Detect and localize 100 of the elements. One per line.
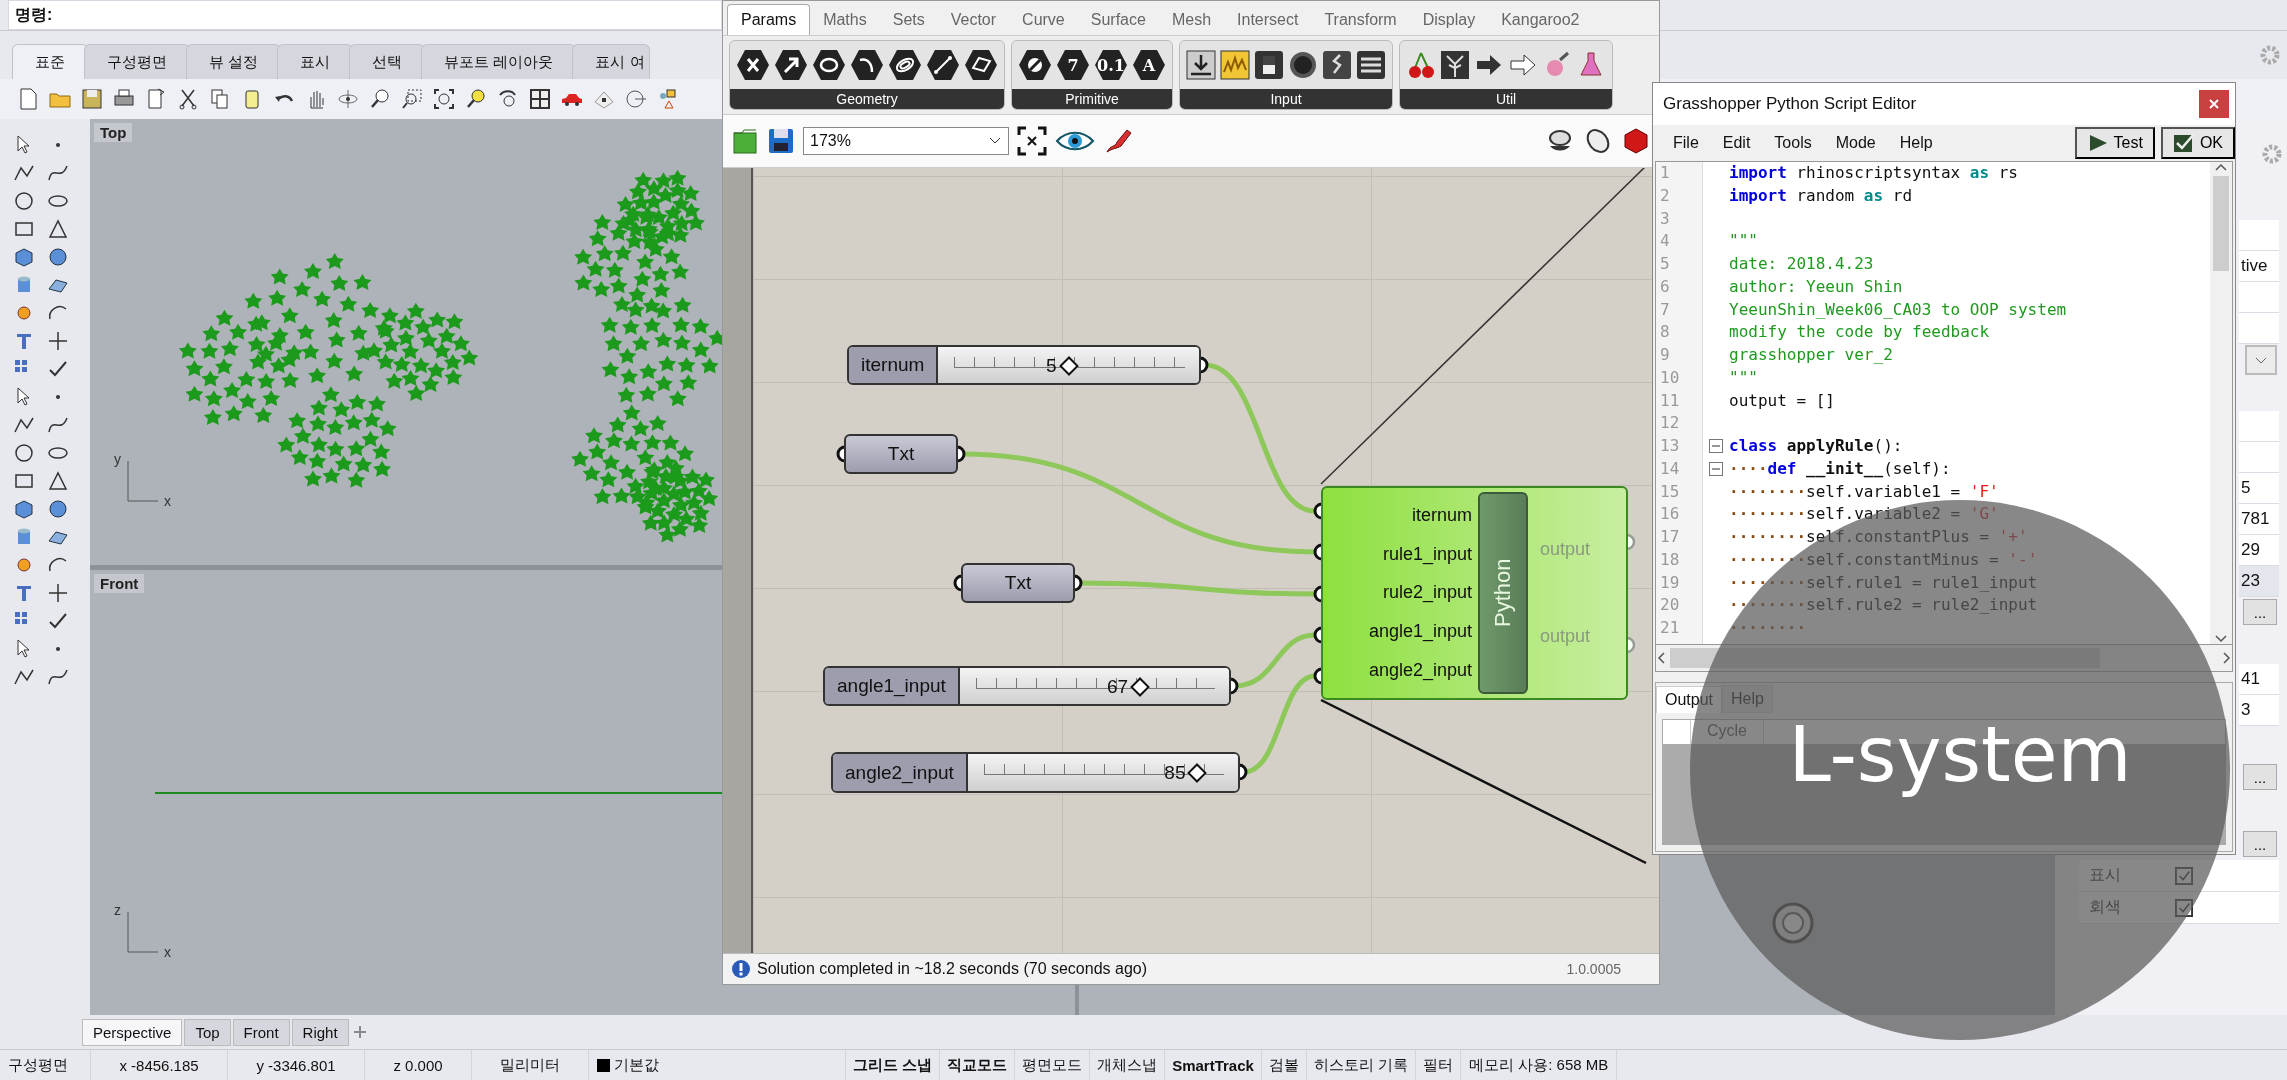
- save-icon[interactable]: [767, 127, 795, 155]
- text-parameter-node[interactable]: Txt: [961, 563, 1075, 603]
- viewport-tab[interactable]: Top: [184, 1018, 231, 1046]
- round-button-icon[interactable]: [1288, 50, 1318, 80]
- zoom-extents-icon[interactable]: [432, 87, 456, 111]
- component-tab[interactable]: Params: [727, 4, 811, 35]
- component-tab[interactable]: Vector: [937, 5, 1010, 35]
- menu-item[interactable]: Edit: [1710, 134, 1763, 152]
- component-tab[interactable]: Mesh: [1158, 5, 1225, 35]
- line-hexagon-icon[interactable]: [926, 48, 960, 82]
- status-toggle[interactable]: 검볼: [1261, 1050, 1307, 1080]
- cube-icon[interactable]: [1621, 126, 1651, 156]
- tree-icon[interactable]: [1440, 50, 1470, 80]
- number-slider-icon[interactable]: [1322, 50, 1352, 80]
- test-button[interactable]: Test: [2074, 127, 2155, 159]
- browse-button[interactable]: ...: [2243, 599, 2277, 625]
- component-tab[interactable]: Intersect: [1224, 5, 1312, 35]
- component-tab[interactable]: Surface: [1077, 5, 1159, 35]
- graph-icon[interactable]: [1220, 50, 1250, 80]
- scissors-icon[interactable]: [176, 87, 200, 111]
- zoom-dropdown[interactable]: 173%: [803, 127, 1009, 155]
- rotate-view-icon[interactable]: [336, 87, 360, 111]
- group-title[interactable]: Primitive: [1012, 89, 1172, 109]
- toggle-icon[interactable]: [1254, 50, 1284, 80]
- fold-minus-icon[interactable]: [1709, 462, 1723, 477]
- menu-item[interactable]: File: [1661, 134, 1711, 152]
- ellipse-hexagon-icon[interactable]: [812, 48, 846, 82]
- primitive-button[interactable]: 0.1: [1094, 48, 1128, 82]
- browse-button[interactable]: ...: [2243, 764, 2277, 790]
- circle-point-icon[interactable]: [624, 87, 648, 111]
- sphere-icon[interactable]: [46, 245, 70, 269]
- scroll-down-icon[interactable]: [2214, 634, 2228, 644]
- checkmark-icon[interactable]: [2172, 133, 2195, 153]
- viewport-title[interactable]: Front: [94, 573, 145, 593]
- property-value[interactable]: 5: [2239, 473, 2279, 504]
- close-button[interactable]: [2199, 90, 2229, 118]
- status-toggle[interactable]: SmartTrack: [1165, 1050, 1262, 1080]
- plane-hexagon-icon[interactable]: [964, 48, 998, 82]
- status-toggle[interactable]: 개체스냅: [1090, 1050, 1166, 1080]
- close-icon[interactable]: [2208, 98, 2220, 110]
- property-value[interactable]: 41: [2239, 664, 2279, 695]
- viewport-tab[interactable]: Front: [232, 1018, 290, 1046]
- open-file-icon[interactable]: [731, 127, 759, 155]
- viewport-title[interactable]: Top: [94, 123, 133, 142]
- zoom-extents-icon[interactable]: [1017, 126, 1047, 156]
- triangle-icon[interactable]: [46, 469, 70, 493]
- property-value[interactable]: 29: [2239, 535, 2279, 566]
- component-tab[interactable]: Transform: [1311, 5, 1410, 35]
- component-tab[interactable]: Maths: [810, 5, 880, 35]
- number-slider[interactable]: iternum 5: [847, 345, 1201, 385]
- property-value[interactable]: 781: [2239, 504, 2279, 535]
- ok-button[interactable]: OK: [2160, 127, 2235, 159]
- four-viewports-icon[interactable]: [528, 87, 552, 111]
- primitive-button[interactable]: 7: [1056, 48, 1090, 82]
- cross-hexagon-icon[interactable]: [736, 48, 770, 82]
- status-toggle[interactable]: 평면모드: [1015, 1050, 1091, 1080]
- status-toggle[interactable]: 히스토리 기록: [1306, 1050, 1417, 1080]
- circle-icon[interactable]: [12, 441, 36, 465]
- property-value[interactable]: tive: [2239, 251, 2279, 282]
- vertical-scrollbar[interactable]: [2210, 162, 2232, 644]
- status-toggle[interactable]: 직교모드: [940, 1050, 1016, 1080]
- scroll-left-icon[interactable]: [1656, 651, 1666, 665]
- layer-label[interactable]: 기본값: [614, 1055, 659, 1075]
- group-title[interactable]: Geometry: [730, 89, 1004, 109]
- property-value[interactable]: 3: [2239, 695, 2279, 726]
- cherries-icon[interactable]: [1406, 50, 1436, 80]
- primitive-button[interactable]: A: [1132, 48, 1166, 82]
- text-parameter-node[interactable]: Txt: [844, 434, 958, 474]
- menu-item[interactable]: Mode: [1823, 134, 1888, 152]
- status-toggle[interactable]: 그리드 스냅: [846, 1050, 941, 1080]
- circle-hexagon-icon[interactable]: [1018, 48, 1052, 82]
- arc-hexagon-icon[interactable]: [850, 48, 884, 82]
- number-slider[interactable]: angle2_input 85: [831, 752, 1240, 793]
- menu-item[interactable]: Tools: [1762, 134, 1824, 152]
- command-field[interactable]: 명령:: [8, 0, 722, 30]
- property-value[interactable]: 23: [2239, 566, 2279, 597]
- cplane-label[interactable]: 구성평면: [0, 1050, 91, 1080]
- scrollbar-thumb[interactable]: [2213, 176, 2229, 271]
- list-icon[interactable]: [1356, 50, 1386, 80]
- number-slider[interactable]: angle1_input 67: [823, 666, 1231, 706]
- move-icon[interactable]: [46, 329, 70, 353]
- property-cell[interactable]: [2239, 282, 2279, 313]
- component-tab[interactable]: Curve: [1009, 5, 1078, 35]
- viewport-tab[interactable]: Right: [291, 1018, 349, 1046]
- property-cell[interactable]: [2239, 442, 2279, 473]
- property-cell[interactable]: [2239, 313, 2279, 344]
- units-label[interactable]: 밀리미터: [472, 1050, 589, 1080]
- component-tab[interactable]: Sets: [879, 5, 938, 35]
- browse-button[interactable]: ...: [2243, 831, 2277, 857]
- sphere-icon[interactable]: [46, 497, 70, 521]
- spiral-hexagon-icon[interactable]: [888, 48, 922, 82]
- circle-icon[interactable]: [12, 189, 36, 213]
- caret-icon[interactable]: [988, 136, 1002, 146]
- menu-item[interactable]: Help: [1887, 134, 1945, 152]
- property-cell[interactable]: [2239, 220, 2279, 251]
- toolbar-tab[interactable]: 표시 여: [572, 44, 650, 79]
- component-tab[interactable]: Display: [1409, 5, 1489, 35]
- group-title[interactable]: Input: [1180, 89, 1392, 109]
- status-toggle[interactable]: 필터: [1416, 1050, 1462, 1080]
- import-icon[interactable]: [1186, 50, 1216, 80]
